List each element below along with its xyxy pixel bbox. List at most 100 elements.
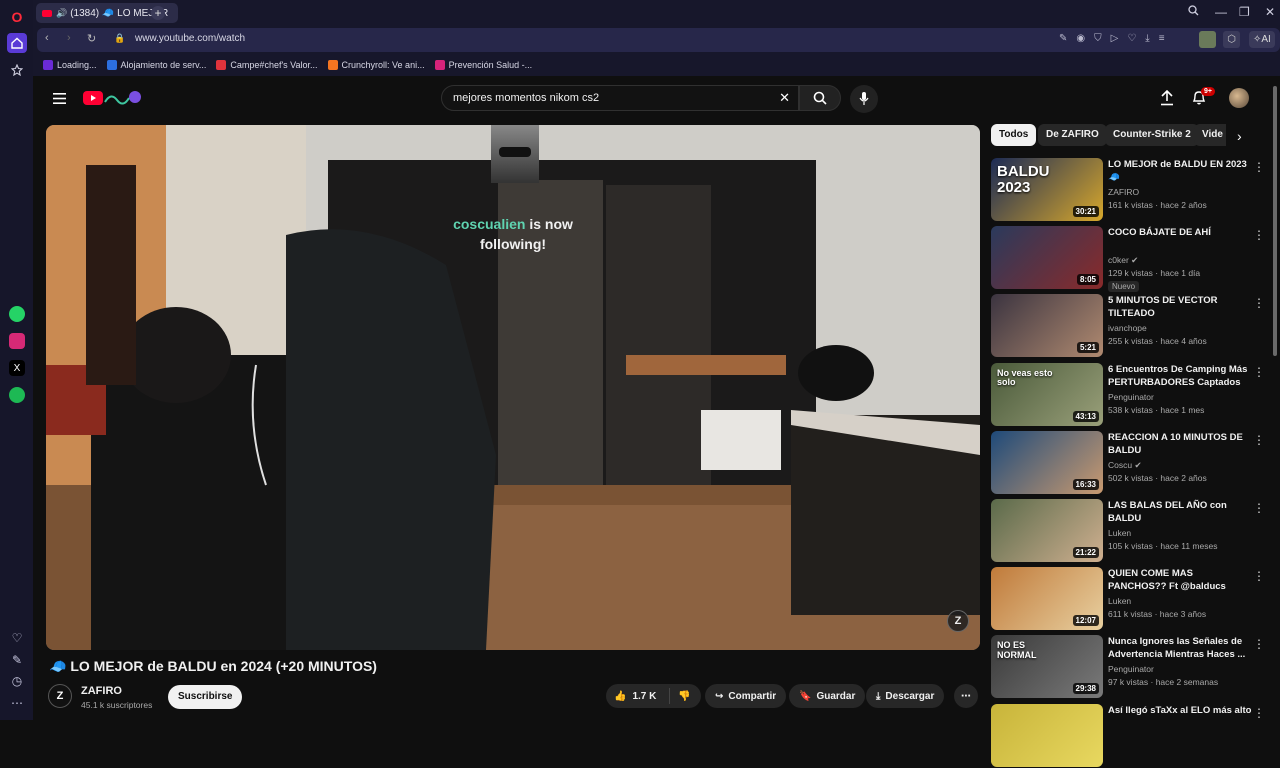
video-title[interactable]: LAS BALAS DEL AÑO con BALDU [1108, 499, 1254, 525]
more-vert-icon[interactable]: ⋮ [1253, 569, 1265, 583]
more-icon[interactable]: ⋯ [7, 693, 27, 713]
voice-search-button[interactable] [850, 85, 878, 113]
video-title[interactable]: REACCION A 10 MINUTOS DE BALDU [1108, 431, 1254, 457]
ai-button[interactable]: ✧AI [1249, 31, 1275, 48]
channel-watermark-icon[interactable]: Z [947, 610, 969, 632]
video-title[interactable]: 6 Encuentros De Camping Más PERTURBADORE… [1108, 363, 1254, 390]
channel-avatar[interactable]: Z [48, 684, 72, 708]
account-avatar[interactable] [1229, 88, 1249, 108]
channel-name[interactable]: ivanchope [1108, 323, 1147, 333]
edit-icon[interactable]: ✎ [7, 650, 27, 670]
youtube-logo[interactable] [83, 90, 145, 106]
channel-name[interactable]: ZAFIRO [1108, 187, 1139, 197]
video-thumbnail[interactable]: No veas esto solo 43:13 [991, 362, 1103, 426]
video-thumbnail[interactable]: 8:05 [991, 226, 1103, 290]
shield-icon[interactable]: ⛉ [1094, 33, 1102, 44]
recommended-video[interactable]: 8:05 COCO BÁJATE DE AHÍ c0ker ✔ 129 k vista… [991, 226, 1277, 293]
more-vert-icon[interactable]: ⋮ [1253, 706, 1265, 720]
opera-logo-icon[interactable]: O [7, 7, 27, 27]
video-thumbnail[interactable]: 16:33 [991, 430, 1103, 494]
more-vert-icon[interactable]: ⋮ [1253, 365, 1265, 379]
share-button[interactable]: ↪ Compartir [705, 684, 787, 708]
channel-name[interactable]: Luken [1108, 528, 1131, 538]
recommended-video[interactable]: 21:22 LAS BALAS DEL AÑO con BALDU Luken 105… [991, 499, 1277, 563]
menu-icon[interactable]: ≡ [1159, 33, 1165, 44]
bookmark-item[interactable]: Campe#chef's Valor... [216, 60, 318, 70]
chip-2[interactable]: Counter-Strike 2 [1105, 124, 1199, 146]
reload-icon[interactable]: ↻ [87, 32, 96, 45]
recommended-video[interactable]: 12:07 QUIEN COME MAS PANCHOS?? Ft @balduc… [991, 567, 1277, 631]
download-button[interactable]: ⤓ Descargar [866, 684, 945, 708]
chevron-right-icon[interactable]: › [1237, 128, 1242, 144]
recommended-video[interactable]: BALDU 2023 30:21 LO MEJOR de BALDU EN 2023… [991, 158, 1277, 222]
recommended-video[interactable]: NO ES NORMAL 29:38 Nunca Ignores las Señal… [991, 635, 1277, 699]
video-thumbnail[interactable]: 21:22 [991, 499, 1103, 562]
recommended-video[interactable]: 16:33 REACCION A 10 MINUTOS DE BALDU Coscu… [991, 430, 1277, 495]
search-box[interactable]: mejores momentos nikom cs2 ✕ [441, 85, 799, 111]
play-icon[interactable]: ▷ [1111, 33, 1119, 44]
video-title[interactable]: LO MEJOR de BALDU EN 2023 🧢 [1108, 158, 1254, 184]
like-button[interactable]: 👍 1.7 K [606, 688, 670, 704]
video-thumbnail[interactable] [991, 703, 1103, 767]
video-thumbnail[interactable]: 12:07 [991, 567, 1103, 631]
channel-name[interactable]: Penguinator [1108, 664, 1154, 674]
video-thumbnail[interactable]: 5:21 [991, 294, 1103, 358]
search-tabs-icon[interactable] [1188, 5, 1199, 19]
star-icon[interactable] [7, 60, 27, 80]
chip-3[interactable]: Vide [1194, 124, 1226, 146]
back-icon[interactable]: ‹ [45, 32, 49, 44]
channel-name[interactable]: c0ker ✔ [1108, 255, 1138, 266]
channel-name[interactable]: Luken [1108, 596, 1131, 606]
more-vert-icon[interactable]: ⋮ [1253, 228, 1265, 242]
close-button[interactable]: ✕ [1265, 5, 1275, 19]
extensions-icon[interactable]: ⬡ [1223, 31, 1240, 48]
more-vert-icon[interactable]: ⋮ [1253, 637, 1265, 651]
minimize-button[interactable]: — [1215, 5, 1227, 19]
upload-icon[interactable] [1160, 89, 1174, 111]
channel-name[interactable]: Coscu ✔ [1108, 460, 1142, 471]
recommended-video[interactable]: Así llegó sTaXx al ELO más alto ⋮ [991, 703, 1277, 768]
video-title[interactable]: COCO BÁJATE DE AHÍ [1108, 226, 1254, 239]
speaker-icon[interactable]: 🔊 [56, 8, 67, 19]
video-player[interactable]: coscualien is now following! Z [46, 125, 980, 650]
new-tab-button[interactable]: + [151, 6, 165, 20]
forward-icon[interactable]: › [67, 32, 71, 44]
clear-search-icon[interactable]: ✕ [779, 90, 790, 106]
edit-page-icon[interactable]: ✎ [1059, 33, 1067, 44]
channel-name[interactable]: ZAFIRO [81, 685, 122, 697]
video-title[interactable]: QUIEN COME MAS PANCHOS?? Ft @balducs [1108, 567, 1254, 593]
bookmark-item[interactable]: Loading... [43, 60, 97, 70]
more-vert-icon[interactable]: ⋮ [1253, 501, 1265, 515]
bookmark-item[interactable]: Crunchyroll: Ve ani... [327, 60, 425, 70]
history-icon[interactable]: ◷ [7, 671, 27, 691]
video-title[interactable]: 5 MINUTOS DE VECTOR TILTEADO [1108, 294, 1254, 320]
spotify-icon[interactable] [9, 387, 25, 403]
video-thumbnail[interactable]: BALDU 2023 30:21 [991, 158, 1103, 221]
more-actions-button[interactable]: ⋯ [954, 684, 978, 708]
bookmark-item[interactable]: Alojamiento de serv... [106, 60, 206, 70]
download-icon[interactable]: ⤓ [1145, 33, 1149, 44]
subscribe-button[interactable]: Suscribirse [168, 685, 243, 709]
url-field[interactable]: www.youtube.com/watch [135, 33, 245, 44]
home-icon[interactable] [7, 33, 27, 53]
instagram-icon[interactable] [9, 333, 25, 349]
search-button[interactable] [799, 85, 841, 111]
maximize-button[interactable]: ❐ [1239, 5, 1250, 19]
more-vert-icon[interactable]: ⋮ [1253, 433, 1265, 447]
lock-icon[interactable]: 🔒 [114, 33, 125, 44]
chip-0[interactable]: Todos [991, 124, 1037, 146]
recommended-video[interactable]: 5:21 5 MINUTOS DE VECTOR TILTEADO ivanchop… [991, 294, 1277, 358]
profile-thumb[interactable] [1199, 31, 1216, 48]
heart-outline-icon[interactable]: ♡ [1127, 33, 1136, 44]
camera-icon[interactable]: ◉ [1076, 33, 1085, 44]
scrollbar[interactable] [1273, 86, 1277, 356]
whatsapp-icon[interactable] [9, 306, 25, 322]
video-thumbnail[interactable]: NO ES NORMAL 29:38 [991, 635, 1103, 699]
dislike-button[interactable]: 👎 [670, 691, 690, 702]
video-title[interactable]: Así llegó sTaXx al ELO más alto [1108, 704, 1254, 717]
chip-1[interactable]: De ZAFIRO [1038, 124, 1107, 146]
search-input[interactable]: mejores momentos nikom cs2 [453, 92, 599, 104]
more-vert-icon[interactable]: ⋮ [1253, 160, 1265, 174]
heart-icon[interactable]: ♡ [7, 628, 27, 648]
more-vert-icon[interactable]: ⋮ [1253, 296, 1265, 310]
